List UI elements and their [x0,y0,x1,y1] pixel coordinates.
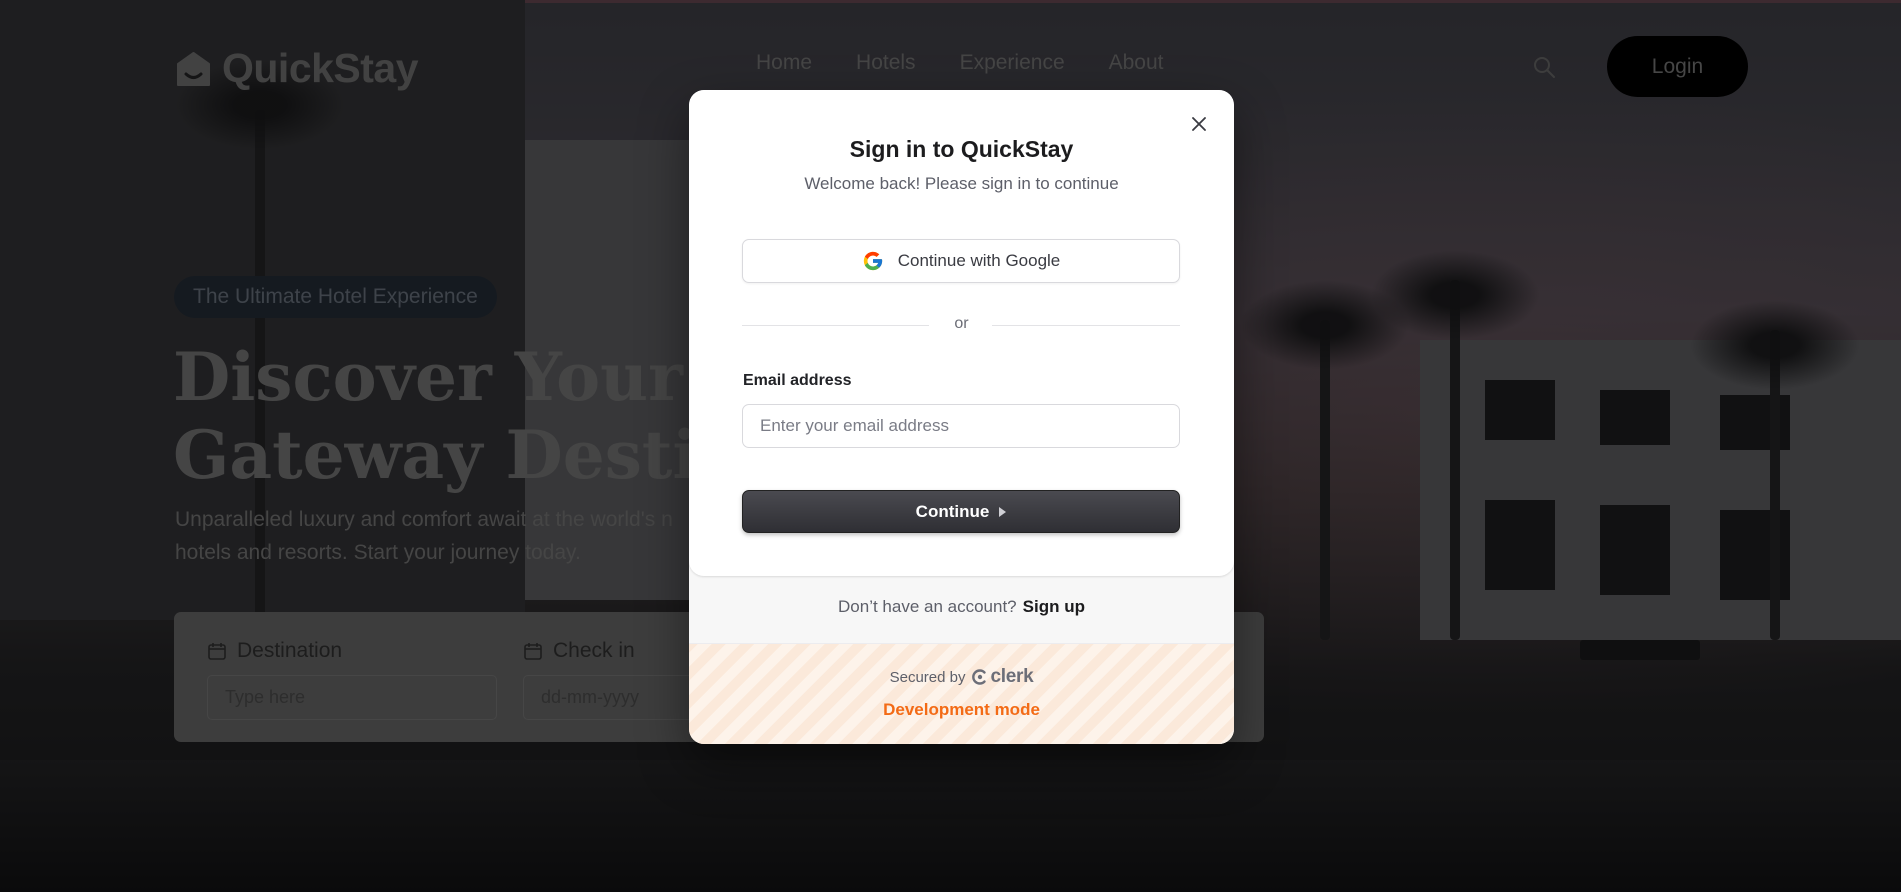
email-input[interactable] [742,404,1180,448]
modal-title: Sign in to QuickStay [849,136,1074,162]
development-mode-label: Development mode [883,700,1040,719]
google-sign-in-button[interactable]: Continue with Google [742,239,1180,283]
secured-by-text: Secured by [889,668,966,686]
modal-subtitle: Welcome back! Please sign in to continue [804,174,1119,193]
divider-line-right [992,325,1180,326]
secured-by: Secured by clerk [689,666,1234,688]
continue-button[interactable]: Continue [742,490,1180,533]
close-icon [1192,117,1206,131]
google-icon [863,251,882,271]
sign-in-card: Sign in to QuickStay Welcome back! Pleas… [689,90,1234,576]
caret-right-icon [999,506,1007,517]
clerk-brand: clerk [990,666,1034,687]
close-button[interactable] [1188,113,1210,135]
sign-in-modal: Sign in to QuickStay Welcome back! Pleas… [689,90,1234,744]
continue-label: Continue [915,501,990,521]
email-label: Email address [743,372,852,389]
clerk-logo-icon [971,669,986,685]
clerk-logo[interactable]: clerk [971,666,1034,688]
divider-or: or [954,315,969,332]
sign-up-prompt: Don’t have an account? Sign up [689,597,1234,617]
google-sign-in-label: Continue with Google [897,251,1061,270]
no-account-text: Don’t have an account? [838,597,1017,616]
dev-mode-footer: Secured by clerk Development mode [689,643,1234,744]
sign-up-link[interactable]: Sign up [1023,597,1085,616]
